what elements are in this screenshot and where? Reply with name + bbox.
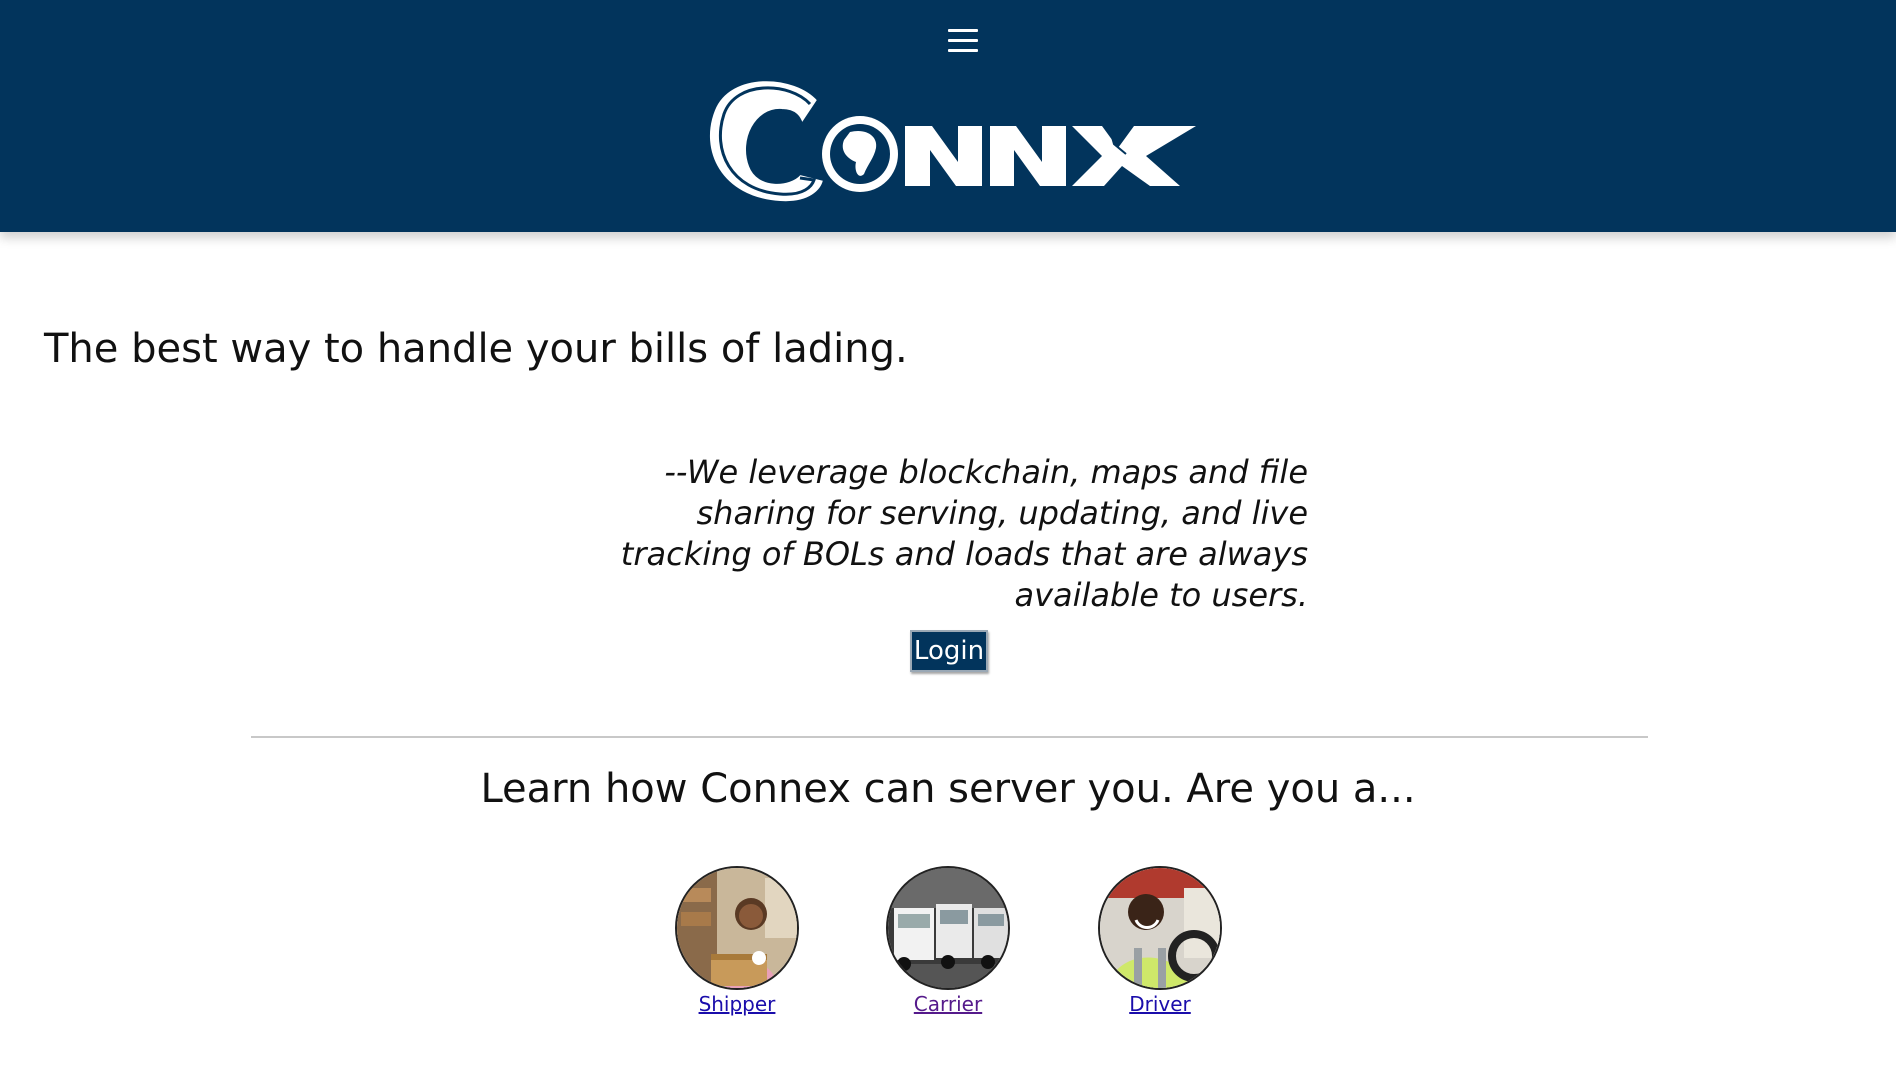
- shipper-link[interactable]: Shipper: [657, 992, 817, 1016]
- login-button[interactable]: Login: [910, 630, 988, 672]
- carrier-link[interactable]: Carrier: [868, 992, 1028, 1016]
- driver-link[interactable]: Driver: [1080, 992, 1240, 1016]
- page-headline: The best way to handle your bills of lad…: [44, 326, 908, 372]
- role-carrier: Carrier: [868, 866, 1028, 1016]
- role-driver: Driver: [1080, 866, 1240, 1016]
- shipper-avatar[interactable]: [675, 866, 799, 990]
- connex-logo[interactable]: [700, 70, 1200, 210]
- hamburger-menu-icon[interactable]: [943, 18, 983, 62]
- driver-avatar[interactable]: [1098, 866, 1222, 990]
- carrier-avatar[interactable]: [886, 866, 1010, 990]
- tagline-quote: --We leverage blockchain, maps and file …: [620, 453, 1308, 614]
- role-shipper: Shipper: [657, 866, 817, 1016]
- site-header: [0, 0, 1896, 232]
- section-divider: [251, 736, 1648, 738]
- learn-heading: Learn how Connex can server you. Are you…: [480, 766, 1416, 812]
